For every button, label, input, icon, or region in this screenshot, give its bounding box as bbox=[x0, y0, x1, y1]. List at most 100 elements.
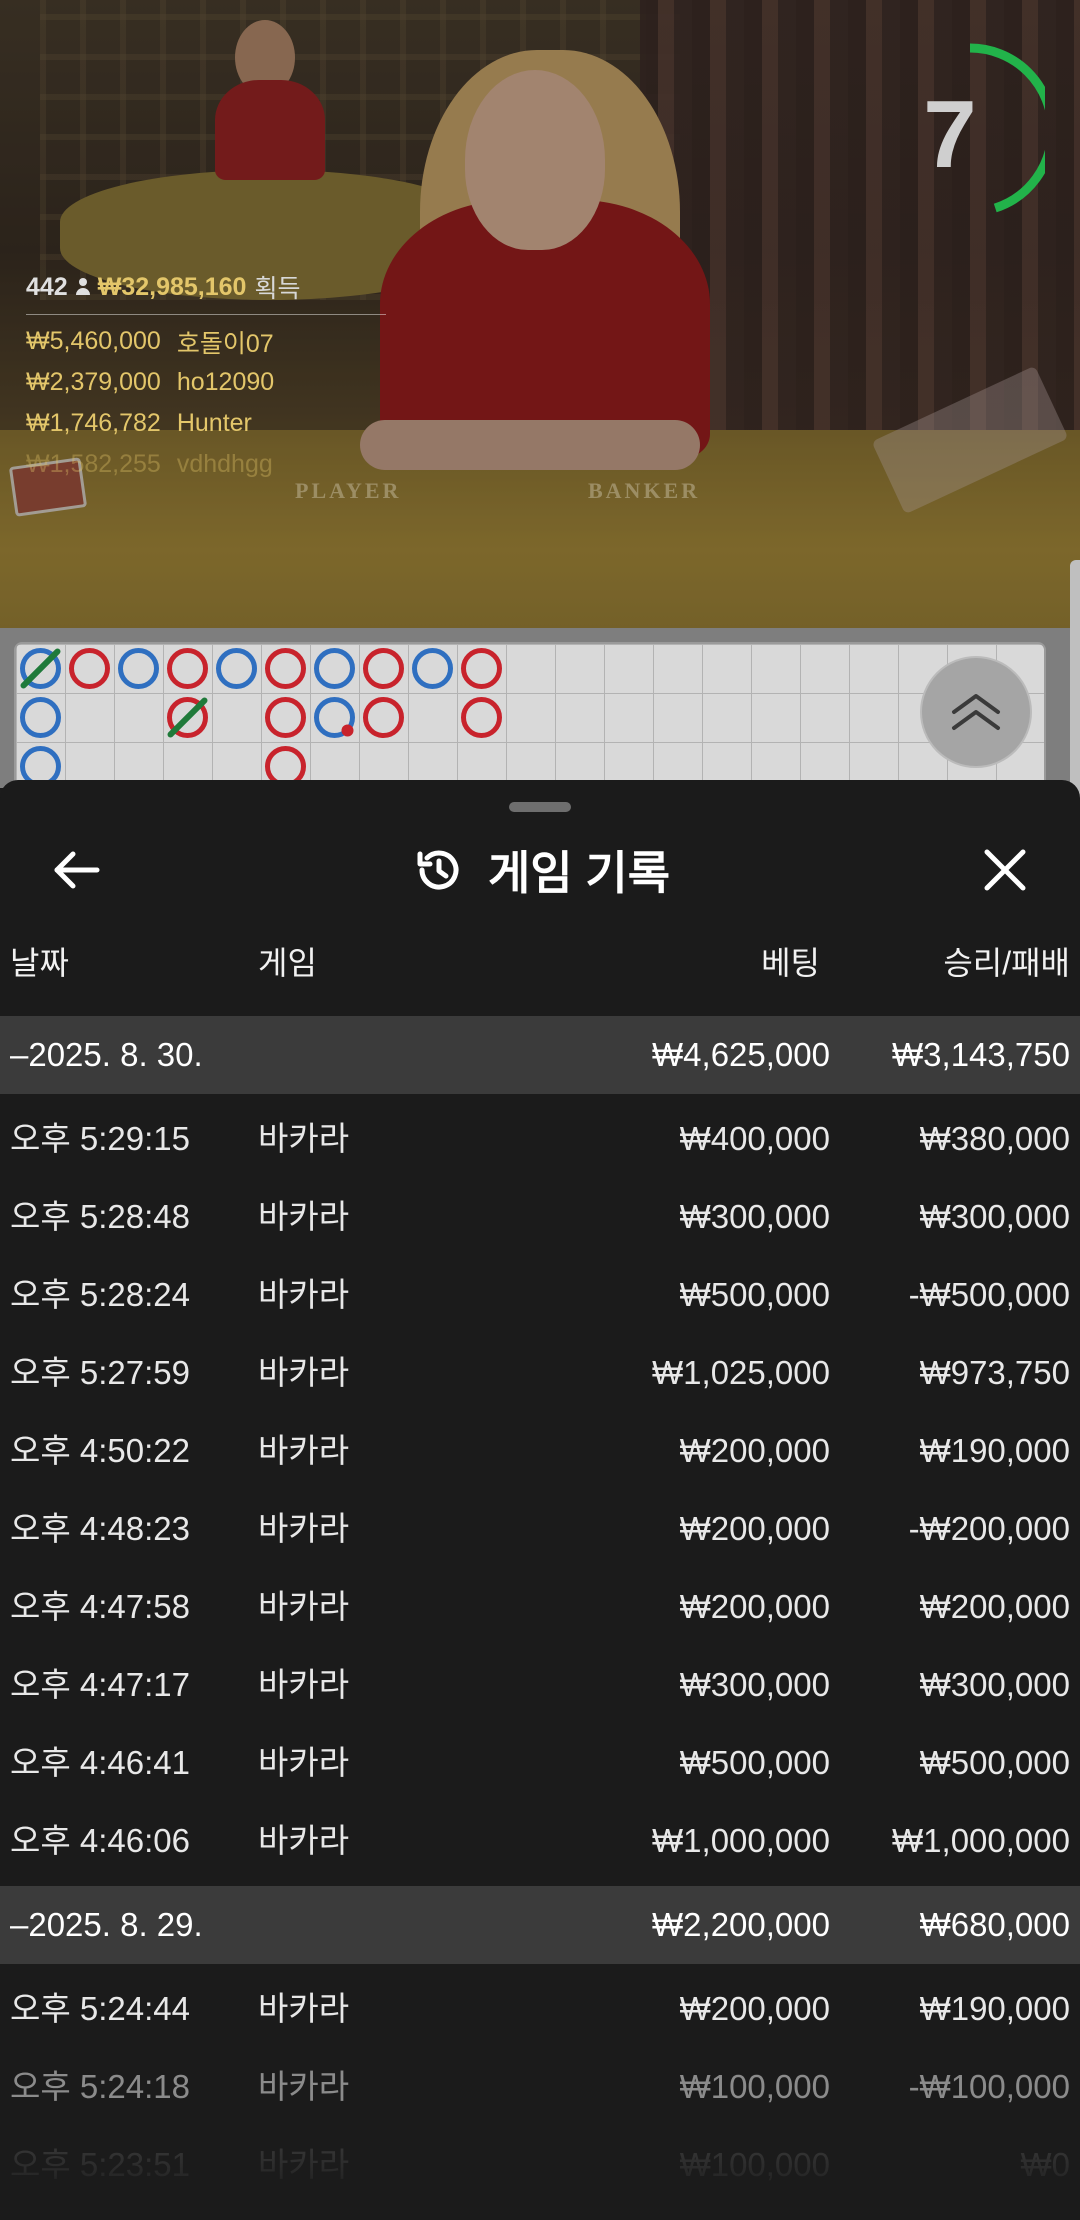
pair-dot bbox=[341, 724, 354, 737]
history-row[interactable]: 오후 5:24:18 바카라 ₩100,000 -₩100,000 bbox=[0, 2048, 1080, 2126]
banker-bead bbox=[461, 697, 502, 738]
row-result: ₩500,000 bbox=[919, 1744, 1070, 1781]
row-bet: ₩200,000 bbox=[679, 1510, 830, 1547]
player-bead bbox=[216, 648, 257, 689]
banker-bead bbox=[69, 648, 110, 689]
row-game: 바카라 bbox=[258, 1510, 350, 1547]
row-result: ₩973,750 bbox=[919, 1354, 1070, 1391]
countdown-timer: 7 bbox=[895, 40, 1045, 220]
total-won-label: 획득 bbox=[254, 275, 301, 303]
group-result-total: ₩680,000 bbox=[919, 1906, 1070, 1943]
row-result: ₩200,000 bbox=[919, 1588, 1070, 1625]
row-time: 오후 4:47:17 bbox=[10, 1666, 190, 1703]
row-result: ₩1,000,000 bbox=[892, 1822, 1070, 1859]
history-icon bbox=[417, 850, 459, 890]
history-row[interactable]: 오후 4:47:58 바카라 ₩200,000 ₩200,000 bbox=[0, 1568, 1080, 1646]
history-row[interactable]: 오후 4:46:41 바카라 ₩500,000 ₩500,000 bbox=[0, 1724, 1080, 1802]
history-row[interactable]: 오후 4:47:17 바카라 ₩300,000 ₩300,000 bbox=[0, 1646, 1080, 1724]
row-game: 바카라 bbox=[258, 1432, 350, 1469]
row-time: 오후 5:28:48 bbox=[10, 1198, 190, 1235]
list-fade bbox=[0, 2150, 1080, 2220]
column-headers: 날짜 게임 베팅 승리/패배 bbox=[0, 930, 1080, 986]
row-game: 바카라 bbox=[258, 1276, 350, 1313]
row-bet: ₩1,000,000 bbox=[652, 1822, 830, 1859]
close-button[interactable] bbox=[975, 840, 1035, 900]
row-result: -₩500,000 bbox=[908, 1276, 1070, 1313]
row-game: 바카라 bbox=[258, 1666, 350, 1703]
panel-title-text: 게임 기록 bbox=[487, 847, 671, 899]
scoreboard bbox=[0, 628, 1080, 802]
row-time: 오후 5:24:44 bbox=[10, 1990, 190, 2027]
row-time: 오후 4:47:58 bbox=[10, 1588, 190, 1625]
timer-seconds: 7 bbox=[923, 81, 977, 188]
column-header-result: 승리/패배 bbox=[943, 945, 1070, 981]
history-row[interactable]: 오후 4:48:23 바카라 ₩200,000 -₩200,000 bbox=[0, 1490, 1080, 1568]
history-row[interactable]: 오후 5:28:48 바카라 ₩300,000 ₩300,000 bbox=[0, 1178, 1080, 1256]
history-list[interactable]: –2025. 8. 30. ₩4,625,000 ₩3,143,750 오후 5… bbox=[0, 1016, 1080, 2204]
bead-road-canvas bbox=[20, 648, 502, 787]
row-bet: ₩500,000 bbox=[679, 1744, 830, 1781]
chevron-double-up-icon bbox=[952, 694, 1000, 730]
winner-amount: ₩2,379,000 bbox=[26, 368, 161, 396]
row-result: -₩200,000 bbox=[908, 1510, 1070, 1547]
panel-title: 게임 기록 bbox=[0, 834, 1080, 906]
row-game: 바카라 bbox=[258, 1744, 350, 1781]
winners-total: 442 ₩32,985,160 획득 bbox=[26, 270, 386, 304]
group-bet-total: ₩2,200,000 bbox=[652, 1906, 830, 1943]
date-group-header[interactable]: –2025. 8. 29. ₩2,200,000 ₩680,000 bbox=[0, 1886, 1080, 1964]
player-bead bbox=[20, 697, 61, 738]
group-date: –2025. 8. 29. bbox=[10, 1906, 203, 1943]
back-button[interactable] bbox=[46, 840, 106, 900]
player-bead bbox=[314, 648, 355, 689]
banker-bead bbox=[167, 648, 208, 689]
row-bet: ₩200,000 bbox=[679, 1432, 830, 1469]
history-row[interactable]: 오후 5:27:59 바카라 ₩1,025,000 ₩973,750 bbox=[0, 1334, 1080, 1412]
row-result: ₩380,000 bbox=[919, 1120, 1070, 1157]
group-result-total: ₩3,143,750 bbox=[892, 1036, 1070, 1073]
history-row[interactable]: 오후 5:24:44 바카라 ₩200,000 ₩190,000 bbox=[0, 1970, 1080, 2048]
row-game: 바카라 bbox=[258, 1120, 350, 1157]
expand-scoreboard-button[interactable] bbox=[920, 656, 1032, 768]
row-time: 오후 5:27:59 bbox=[10, 1354, 190, 1391]
row-bet: ₩400,000 bbox=[679, 1120, 830, 1157]
close-icon bbox=[984, 849, 1026, 891]
row-result: ₩190,000 bbox=[919, 1990, 1070, 2027]
row-game: 바카라 bbox=[258, 1198, 350, 1235]
row-result: ₩300,000 bbox=[919, 1666, 1070, 1703]
row-bet: ₩200,000 bbox=[679, 1990, 830, 2027]
row-time: 오후 4:46:06 bbox=[10, 1822, 190, 1859]
history-row[interactable]: 오후 4:46:06 바카라 ₩1,000,000 ₩1,000,000 bbox=[0, 1802, 1080, 1880]
total-won-amount: ₩32,985,160 bbox=[97, 272, 247, 301]
row-time: 오후 5:29:15 bbox=[10, 1120, 190, 1157]
row-game: 바카라 bbox=[258, 1822, 350, 1859]
bead-road[interactable] bbox=[14, 642, 1046, 802]
row-bet: ₩300,000 bbox=[679, 1198, 830, 1235]
live-video: PLAYER BANKER 7 442 ₩32,985,160 획득 ₩5,46… bbox=[0, 0, 1080, 628]
row-game: 바카라 bbox=[258, 2068, 350, 2105]
winners-overlay: 442 ₩32,985,160 획득 ₩5,460,000 호돌이07 ₩2,3… bbox=[26, 270, 386, 485]
banker-bead bbox=[265, 697, 306, 738]
player-bead bbox=[412, 648, 453, 689]
row-game: 바카라 bbox=[258, 1354, 350, 1391]
row-game: 바카라 bbox=[258, 1990, 350, 2027]
column-header-bet: 베팅 bbox=[761, 945, 820, 981]
drag-handle[interactable] bbox=[509, 802, 571, 812]
row-time: 오후 4:48:23 bbox=[10, 1510, 190, 1547]
divider bbox=[26, 314, 386, 315]
row-bet: ₩200,000 bbox=[679, 1588, 830, 1625]
row-bet: ₩1,025,000 bbox=[652, 1354, 830, 1391]
winner-name: Hunter bbox=[176, 409, 252, 437]
winner-amount: ₩1,582,255 bbox=[26, 450, 161, 478]
group-date: –2025. 8. 30. bbox=[10, 1036, 203, 1073]
winner-row: ₩1,582,255 vdhdhgg bbox=[26, 444, 386, 485]
history-row[interactable]: 오후 5:28:24 바카라 ₩500,000 -₩500,000 bbox=[0, 1256, 1080, 1334]
history-row[interactable]: 오후 5:29:15 바카라 ₩400,000 ₩380,000 bbox=[0, 1100, 1080, 1178]
player-count: 442 bbox=[26, 272, 68, 301]
history-row[interactable]: 오후 4:50:22 바카라 ₩200,000 ₩190,000 bbox=[0, 1412, 1080, 1490]
row-bet: ₩500,000 bbox=[679, 1276, 830, 1313]
player-bead bbox=[118, 648, 159, 689]
row-time: 오후 5:28:24 bbox=[10, 1276, 190, 1313]
banker-bead bbox=[363, 697, 404, 738]
row-time: 오후 4:46:41 bbox=[10, 1744, 190, 1781]
date-group-header[interactable]: –2025. 8. 30. ₩4,625,000 ₩3,143,750 bbox=[0, 1016, 1080, 1094]
